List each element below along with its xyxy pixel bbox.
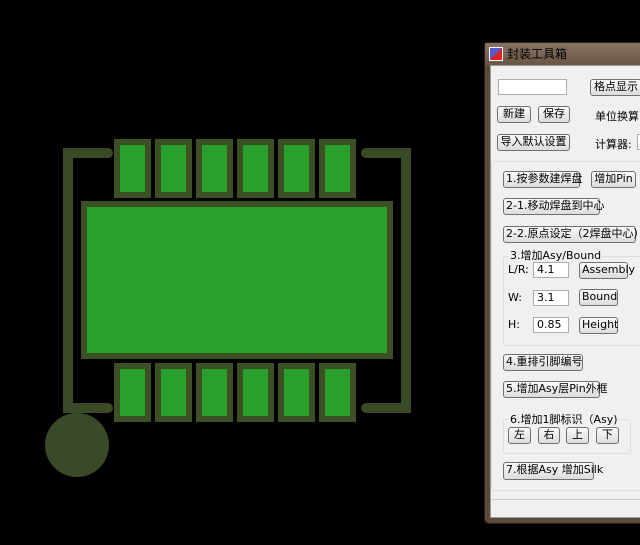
- pad: [161, 369, 186, 416]
- build-pads-button[interactable]: 1.按参数建焊盘: [503, 171, 583, 188]
- title-bar[interactable]: 封装工具箱: [485, 43, 640, 65]
- pad: [243, 145, 268, 192]
- pad: [284, 145, 309, 192]
- pad: [284, 369, 309, 416]
- pad: [202, 145, 227, 192]
- mark-down-button[interactable]: 下: [596, 427, 619, 444]
- body: [87, 207, 387, 353]
- bound-button[interactable]: Bound: [579, 289, 618, 306]
- window-title: 封装工具箱: [507, 47, 568, 61]
- unit-convert-label: 单位换算:: [595, 110, 640, 123]
- add-silk-button[interactable]: 7.根据Asy 增加Silk: [503, 462, 603, 480]
- client-area: 格点显示 新建 保存 单位换算: 导入默认设置 计算器: 1.按参数建焊盘 增加…: [490, 65, 640, 518]
- pin1-mark-title: 6.增加1脚标识（Asy): [509, 411, 619, 427]
- mark-up-button[interactable]: 上: [566, 427, 589, 444]
- status-bar: [491, 499, 640, 517]
- mark-right-button[interactable]: 右: [538, 427, 560, 444]
- pad: [161, 145, 186, 192]
- pin1-marker: [45, 413, 109, 477]
- add-asy-pin-frame-button[interactable]: 5.增加Asy层Pin外框: [503, 381, 608, 398]
- height-button[interactable]: Height: [579, 317, 618, 334]
- pad: [202, 369, 227, 416]
- move-pads-center-button[interactable]: 2-1.移动焊盘到中心: [503, 198, 604, 215]
- pad: [325, 145, 350, 192]
- calculator-label: 计算器:: [595, 138, 632, 151]
- assembly-button[interactable]: Assembly: [579, 262, 635, 279]
- pad: [120, 145, 145, 192]
- add-pin-button[interactable]: 增加Pin: [591, 171, 636, 188]
- pad: [120, 369, 145, 416]
- grid-display-button[interactable]: 格点显示: [590, 79, 640, 96]
- app-icon: [489, 47, 503, 61]
- import-defaults-button[interactable]: 导入默认设置: [497, 134, 570, 151]
- w-input[interactable]: 3.1: [533, 290, 569, 306]
- toolbox-window: 封装工具箱 格点显示 新建 保存 单位换算: 导入默认设置 计算器: 1.按参数…: [484, 42, 640, 524]
- pad: [325, 369, 350, 416]
- lr-label: L/R:: [508, 263, 529, 276]
- save-button[interactable]: 保存: [538, 106, 570, 123]
- pad: [243, 369, 268, 416]
- text-input[interactable]: [498, 79, 567, 95]
- w-label: W:: [508, 291, 522, 304]
- set-origin-button[interactable]: 2-2.原点设定（2焊盘中心）: [503, 226, 640, 243]
- h-label: H:: [508, 318, 520, 331]
- new-button[interactable]: 新建: [497, 106, 531, 123]
- mark-left-button[interactable]: 左: [508, 427, 531, 444]
- lr-input[interactable]: 4.1: [533, 262, 569, 278]
- asy-bound-title: 3.增加Asy/Bound: [509, 247, 603, 263]
- renumber-pins-button[interactable]: 4.重排引脚编号: [503, 354, 583, 371]
- h-input[interactable]: 0.85: [533, 317, 569, 333]
